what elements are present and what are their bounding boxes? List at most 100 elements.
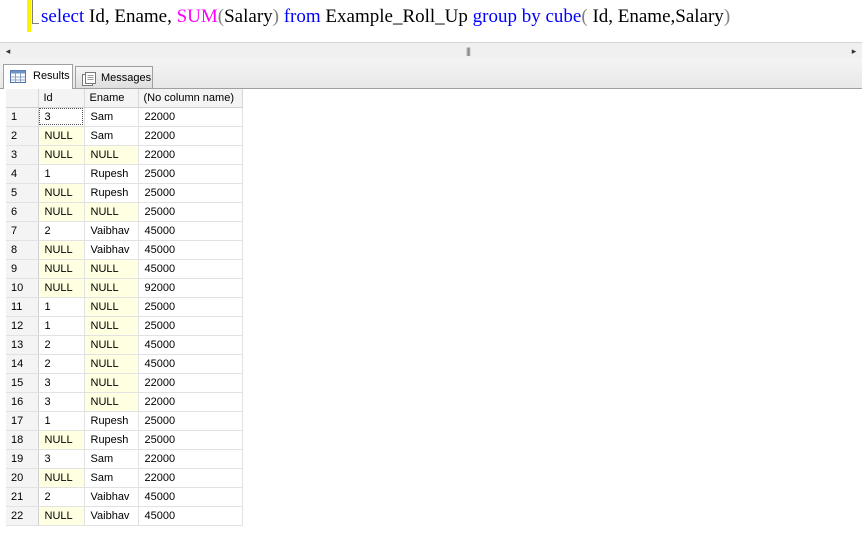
cell-ename[interactable]: Vaibhav	[84, 487, 139, 507]
row-number-cell[interactable]: 9	[6, 259, 39, 279]
cell-id[interactable]: NULL	[38, 506, 85, 526]
cell-salary[interactable]: 45000	[138, 221, 243, 241]
cell-salary[interactable]: 25000	[138, 202, 243, 222]
table-row[interactable]: 3 NULL NULL 22000	[6, 145, 243, 165]
row-number-cell[interactable]: 15	[6, 373, 39, 393]
row-number-cell[interactable]: 18	[6, 430, 39, 450]
cell-ename[interactable]: NULL	[84, 335, 139, 355]
row-number-cell[interactable]: 21	[6, 487, 39, 507]
cell-id[interactable]: 3	[38, 107, 85, 127]
scroll-left-arrow-icon[interactable]: ◂	[3, 45, 13, 57]
cell-salary[interactable]: 25000	[138, 164, 243, 184]
cell-salary[interactable]: 22000	[138, 392, 243, 412]
cell-id[interactable]: 2	[38, 487, 85, 507]
table-row[interactable]: 9 NULL NULL 45000	[6, 259, 243, 279]
scroll-right-arrow-icon[interactable]: ▸	[849, 45, 859, 57]
row-number-cell[interactable]: 8	[6, 240, 39, 260]
table-row[interactable]: 21 2 Vaibhav 45000	[6, 487, 243, 507]
cell-id[interactable]: NULL	[38, 259, 85, 279]
cell-id[interactable]: NULL	[38, 202, 85, 222]
cell-ename[interactable]: Rupesh	[84, 183, 139, 203]
cell-id[interactable]: NULL	[38, 183, 85, 203]
cell-ename[interactable]: NULL	[84, 297, 139, 317]
row-number-cell[interactable]: 17	[6, 411, 39, 431]
cell-ename[interactable]: NULL	[84, 145, 139, 165]
cell-salary[interactable]: 22000	[138, 468, 243, 488]
tab-results[interactable]: Results	[3, 64, 73, 89]
table-row[interactable]: 15 3 NULL 22000	[6, 373, 243, 393]
cell-id[interactable]: 2	[38, 221, 85, 241]
row-number-cell[interactable]: 5	[6, 183, 39, 203]
column-header-no-column-name[interactable]: (No column name)	[138, 89, 243, 108]
cell-id[interactable]: NULL	[38, 240, 85, 260]
pane-splitter-grip-icon[interactable]: |||	[463, 46, 473, 56]
cell-id[interactable]: 3	[38, 449, 85, 469]
cell-salary[interactable]: 22000	[138, 126, 243, 146]
cell-id[interactable]: 1	[38, 164, 85, 184]
column-header-id[interactable]: Id	[38, 89, 85, 108]
table-row[interactable]: 8 NULL Vaibhav 45000	[6, 240, 243, 260]
row-number-cell[interactable]: 10	[6, 278, 39, 298]
table-row[interactable]: 14 2 NULL 45000	[6, 354, 243, 374]
cell-id[interactable]: 1	[38, 411, 85, 431]
cell-id[interactable]: 2	[38, 354, 85, 374]
table-row[interactable]: 5 NULL Rupesh 25000	[6, 183, 243, 203]
cell-id[interactable]: 3	[38, 373, 85, 393]
table-row[interactable]: 19 3 Sam 22000	[6, 449, 243, 469]
cell-ename[interactable]: NULL	[84, 202, 139, 222]
cell-ename[interactable]: NULL	[84, 373, 139, 393]
row-number-cell[interactable]: 20	[6, 468, 39, 488]
cell-ename[interactable]: Rupesh	[84, 430, 139, 450]
cell-salary[interactable]: 25000	[138, 411, 243, 431]
cell-id[interactable]: NULL	[38, 430, 85, 450]
cell-id[interactable]: NULL	[38, 126, 85, 146]
cell-ename[interactable]: Sam	[84, 126, 139, 146]
row-number-cell[interactable]: 22	[6, 506, 39, 526]
table-row[interactable]: 4 1 Rupesh 25000	[6, 164, 243, 184]
table-row[interactable]: 12 1 NULL 25000	[6, 316, 243, 336]
row-number-cell[interactable]: 14	[6, 354, 39, 374]
cell-id[interactable]: 3	[38, 392, 85, 412]
row-number-cell[interactable]: 2	[6, 126, 39, 146]
cell-salary[interactable]: 25000	[138, 316, 243, 336]
cell-salary[interactable]: 45000	[138, 506, 243, 526]
cell-salary[interactable]: 25000	[138, 297, 243, 317]
tab-messages[interactable]: Messages	[75, 66, 153, 88]
row-number-cell[interactable]: 16	[6, 392, 39, 412]
cell-ename[interactable]: NULL	[84, 354, 139, 374]
table-row[interactable]: 20 NULL Sam 22000	[6, 468, 243, 488]
table-row[interactable]: 11 1 NULL 25000	[6, 297, 243, 317]
cell-salary[interactable]: 45000	[138, 259, 243, 279]
table-row[interactable]: 16 3 NULL 22000	[6, 392, 243, 412]
table-row[interactable]: 10 NULL NULL 92000	[6, 278, 243, 298]
cell-id[interactable]: NULL	[38, 278, 85, 298]
results-grid[interactable]: Id Ename (No column name) 1 3 Sam 22000 2 NUL…	[6, 89, 243, 526]
cell-id[interactable]: 1	[38, 297, 85, 317]
query-text[interactable]: select Id, Ename, SUM(Salary) from Examp…	[41, 6, 730, 28]
cell-ename[interactable]: Sam	[84, 468, 139, 488]
cell-salary[interactable]: 45000	[138, 335, 243, 355]
table-row[interactable]: 1 3 Sam 22000	[6, 107, 243, 127]
table-row[interactable]: 18 NULL Rupesh 25000	[6, 430, 243, 450]
cell-salary[interactable]: 22000	[138, 107, 243, 127]
row-number-cell[interactable]: 13	[6, 335, 39, 355]
table-row[interactable]: 22 NULL Vaibhav 45000	[6, 506, 243, 526]
cell-ename[interactable]: NULL	[84, 392, 139, 412]
query-editor[interactable]: select Id, Ename, SUM(Salary) from Examp…	[0, 0, 862, 42]
cell-ename[interactable]: Sam	[84, 107, 139, 127]
cell-ename[interactable]: NULL	[84, 278, 139, 298]
table-row[interactable]: 7 2 Vaibhav 45000	[6, 221, 243, 241]
cell-salary[interactable]: 22000	[138, 449, 243, 469]
cell-ename[interactable]: Rupesh	[84, 164, 139, 184]
row-number-header[interactable]	[6, 89, 39, 108]
table-row[interactable]: 6 NULL NULL 25000	[6, 202, 243, 222]
cell-ename[interactable]: NULL	[84, 259, 139, 279]
cell-salary[interactable]: 45000	[138, 240, 243, 260]
column-header-ename[interactable]: Ename	[84, 89, 139, 108]
cell-ename[interactable]: NULL	[84, 316, 139, 336]
cell-ename[interactable]: Vaibhav	[84, 506, 139, 526]
row-number-cell[interactable]: 11	[6, 297, 39, 317]
horizontal-scrollbar[interactable]: ◂ ||| ▸	[0, 42, 862, 59]
row-number-cell[interactable]: 12	[6, 316, 39, 336]
cell-ename[interactable]: Rupesh	[84, 411, 139, 431]
